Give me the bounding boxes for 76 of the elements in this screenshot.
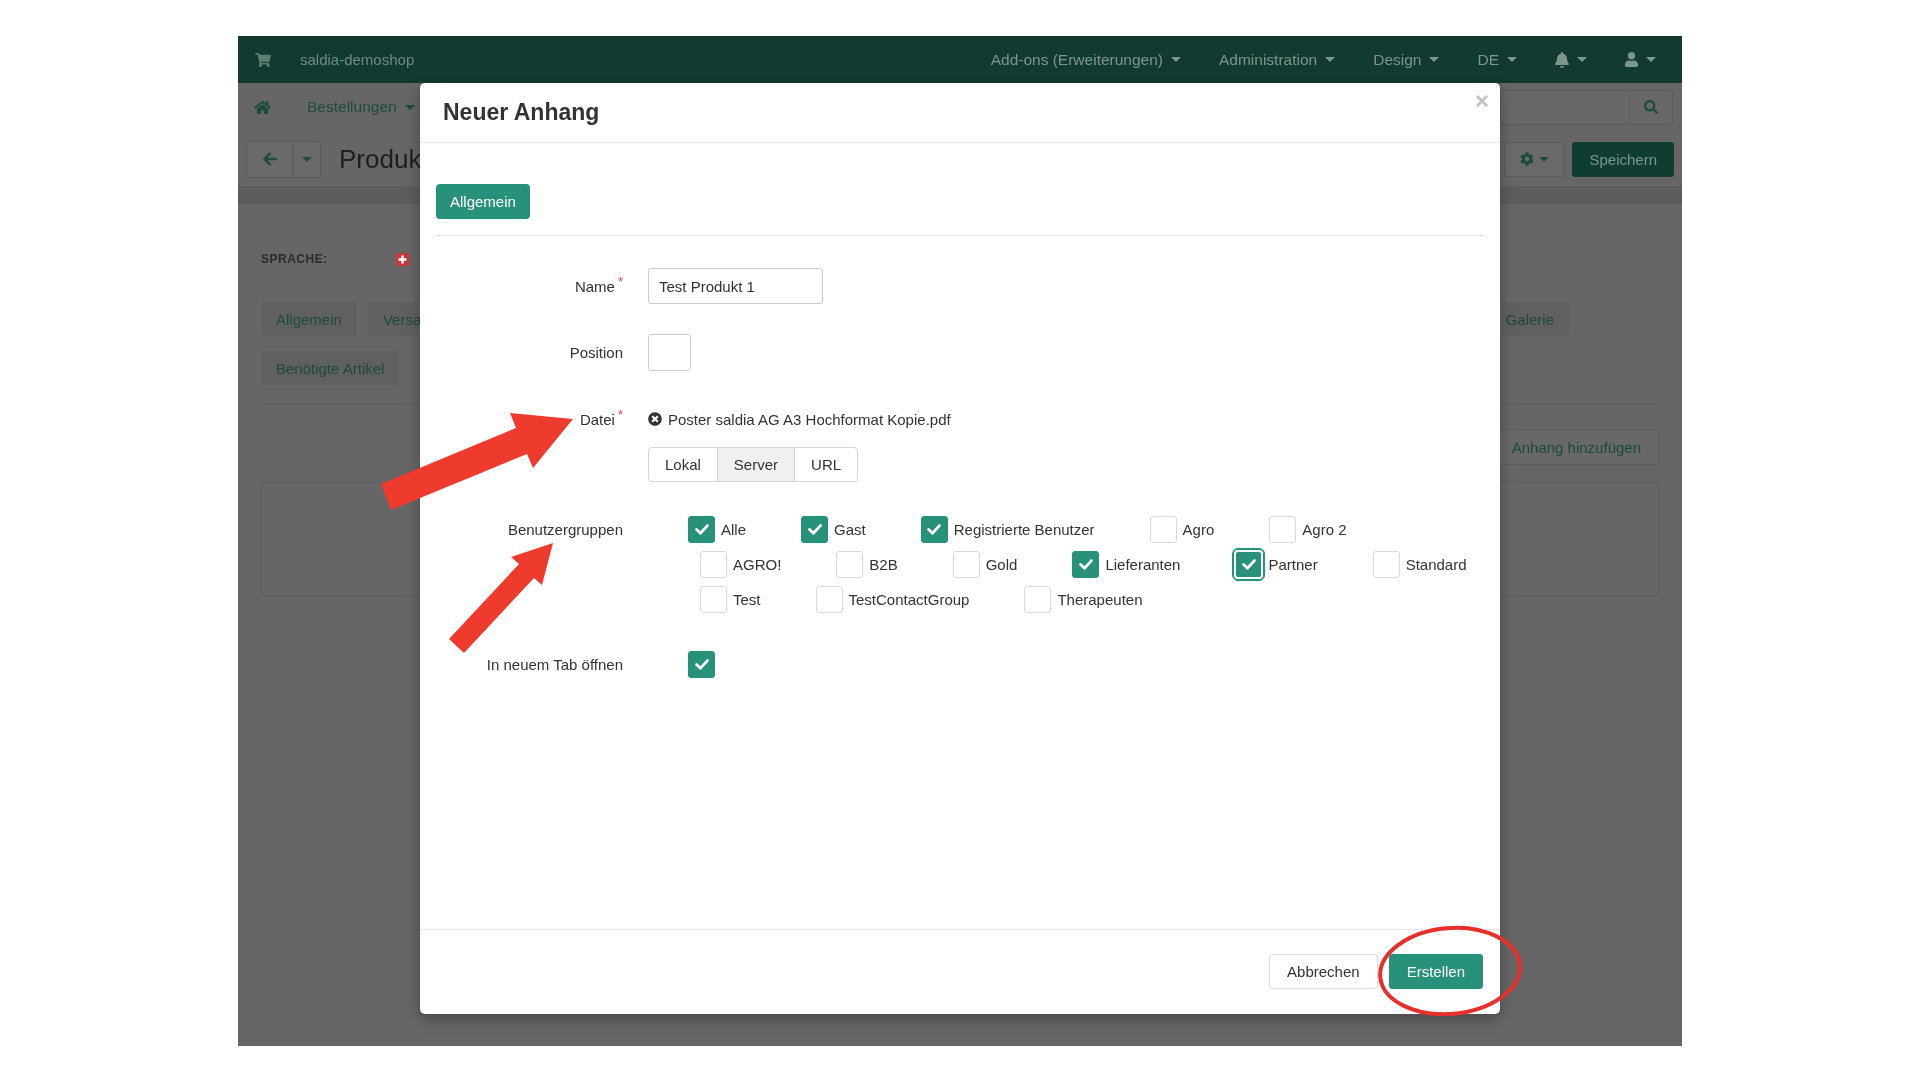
checkbox[interactable] xyxy=(688,516,715,543)
check-icon xyxy=(694,659,709,670)
dropdown-button[interactable] xyxy=(293,140,321,178)
check-icon xyxy=(807,524,822,535)
segment-button[interactable]: Lokal xyxy=(648,447,718,482)
save-button[interactable]: Speichern xyxy=(1572,141,1674,177)
checkbox-label: AGRO! xyxy=(733,556,782,573)
checkbox-label: Partner xyxy=(1268,556,1318,573)
checkbox-label: Gold xyxy=(985,556,1018,573)
bell-icon xyxy=(1555,51,1569,68)
settings-icon xyxy=(1519,152,1534,166)
close-icon[interactable] xyxy=(1476,95,1488,107)
checkbox-label: Standard xyxy=(1405,556,1467,573)
caret-icon xyxy=(301,156,312,162)
arrow-left-icon xyxy=(262,151,277,167)
checkbox-label: Lieferanten xyxy=(1105,556,1181,573)
check-icon xyxy=(927,524,942,535)
search-button[interactable] xyxy=(1629,89,1673,125)
checkbox-label: Test xyxy=(733,591,761,608)
checkbox-label: B2B xyxy=(869,556,898,573)
field-label: Name xyxy=(574,277,615,295)
user-menu[interactable] xyxy=(1625,52,1656,67)
caret-icon xyxy=(1646,57,1656,62)
checkbox-label: Gast xyxy=(834,521,866,538)
search-icon xyxy=(1644,100,1658,114)
caret-icon xyxy=(1538,156,1549,162)
tab[interactable]: Allgemein xyxy=(436,184,530,219)
back-button[interactable] xyxy=(246,140,293,178)
checkbox-label: Agro 2 xyxy=(1302,521,1347,538)
checkbox[interactable] xyxy=(688,651,715,678)
shop-name[interactable]: saldia-demoshop xyxy=(300,51,415,68)
checkbox-label: Alle xyxy=(721,521,746,538)
caret-icon xyxy=(404,104,415,110)
cancel-button[interactable]: Abbrechen xyxy=(1269,954,1378,989)
caret-icon xyxy=(1507,57,1517,62)
nav-menu[interactable]: DE xyxy=(1477,50,1517,69)
cart-icon[interactable] xyxy=(255,52,271,67)
checkbox[interactable] xyxy=(801,516,828,543)
check-icon xyxy=(1078,559,1093,570)
page-title: Produk xyxy=(339,143,422,175)
nav-menu[interactable]: Design xyxy=(1373,50,1440,69)
check-icon xyxy=(1241,559,1256,570)
caret-icon xyxy=(1429,57,1440,62)
nav-menu[interactable]: Administration xyxy=(1219,50,1336,69)
check-icon xyxy=(694,524,709,535)
checkbox-label: TestContactGroup xyxy=(848,591,970,608)
flag-icon[interactable] xyxy=(396,252,409,266)
caret-icon xyxy=(1325,57,1336,62)
nav-menu[interactable]: Add-ons (Erweiterungen) xyxy=(990,50,1181,69)
field-label: In neuem Tab öffnen xyxy=(486,656,623,673)
notifications-menu[interactable] xyxy=(1555,51,1587,68)
file-name: Poster saldia AG A3 Hochformat Kopie.pdf xyxy=(668,410,951,428)
segment-button[interactable]: Server xyxy=(716,447,796,482)
checkbox-label: Registrierte Benutzer xyxy=(953,521,1095,538)
field-label: Datei xyxy=(579,410,615,428)
required-mark: * xyxy=(617,408,623,421)
search-field[interactable] xyxy=(1500,89,1629,125)
settings-button[interactable] xyxy=(1504,141,1565,177)
caret-icon xyxy=(1171,57,1181,62)
checkbox[interactable] xyxy=(1072,551,1100,578)
required-mark: * xyxy=(617,275,623,288)
field-label: Benutzergruppen xyxy=(507,521,623,538)
home-icon[interactable] xyxy=(254,99,271,115)
dialog-title: Neuer Anhang xyxy=(443,99,601,126)
checkbox[interactable] xyxy=(920,516,948,543)
checkbox-label: Agro xyxy=(1182,521,1215,538)
user-icon xyxy=(1625,52,1638,67)
field-label: Position xyxy=(569,344,623,361)
number-field[interactable] xyxy=(648,334,691,371)
create-button[interactable]: Erstellen xyxy=(1388,954,1483,989)
text-field[interactable]: Test Produkt 1 xyxy=(648,268,823,304)
language-label: SPRACHE: xyxy=(261,252,329,266)
caret-icon xyxy=(1577,57,1587,62)
checkbox[interactable] xyxy=(1232,548,1266,581)
checkbox-label: Therapeuten xyxy=(1057,591,1143,608)
segment-button[interactable]: URL xyxy=(794,447,859,482)
